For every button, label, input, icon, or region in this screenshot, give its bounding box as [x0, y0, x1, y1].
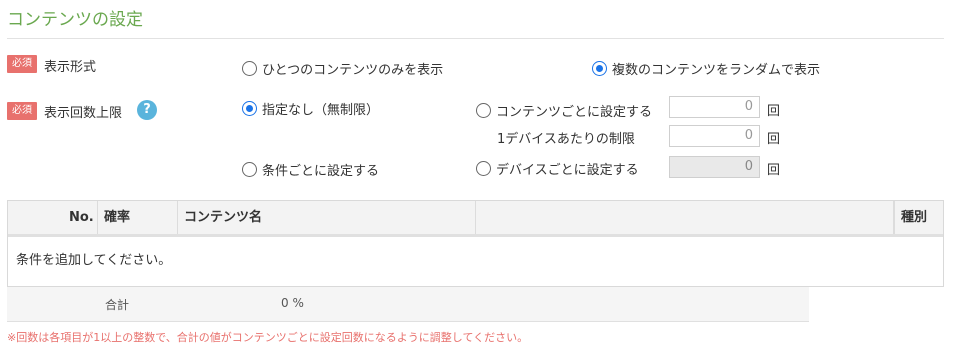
- column-header-type: 種別: [894, 201, 943, 234]
- help-icon[interactable]: ?: [137, 100, 157, 120]
- radio-random-contents[interactable]: 複数のコンテンツをランダムで表示: [592, 59, 820, 78]
- per-content-count-input[interactable]: 0: [669, 96, 760, 118]
- radio-circle-icon: [242, 101, 257, 116]
- title-divider: [7, 38, 944, 39]
- table-body: 条件を追加してください。: [8, 237, 943, 286]
- column-blank: [476, 201, 894, 234]
- radio-circle-icon: [592, 61, 607, 76]
- column-header-content-name: コンテンツ名: [178, 201, 476, 234]
- unit-label: 回: [767, 104, 781, 119]
- column-header-probability: 確率: [98, 201, 178, 234]
- radio-per-content[interactable]: コンテンツごとに設定する: [476, 101, 652, 120]
- radio-per-device[interactable]: デバイスごとに設定する: [476, 159, 639, 178]
- column-header-no: No.: [63, 201, 98, 234]
- display-format-label: 表示形式: [44, 60, 97, 75]
- radio-label: 条件ごとに設定する: [262, 164, 380, 179]
- total-label: 合計: [105, 298, 130, 312]
- column-spacer: [8, 201, 63, 234]
- unit-label: 回: [767, 132, 781, 147]
- radio-label: ひとつのコンテンツのみを表示: [262, 63, 444, 78]
- section-title: コンテンツの設定: [7, 10, 143, 30]
- radio-label: コンテンツごとに設定する: [496, 105, 653, 120]
- table-header: No. 確率 コンテンツ名 種別: [8, 201, 943, 237]
- contents-table: No. 確率 コンテンツ名 種別 条件を追加してください。: [7, 200, 944, 287]
- per-device-count-input: 0: [669, 156, 760, 178]
- radio-label: 指定なし（無制限）: [262, 103, 380, 118]
- radio-label: 複数のコンテンツをランダムで表示: [612, 63, 821, 78]
- radio-per-condition[interactable]: 条件ごとに設定する: [242, 160, 379, 179]
- empty-message: 条件を追加してください。: [16, 253, 172, 268]
- unit-label: 回: [767, 163, 781, 178]
- per-device-limit-label: 1デバイスあたりの制限: [497, 132, 635, 147]
- radio-single-content[interactable]: ひとつのコンテンツのみを表示: [242, 59, 443, 78]
- radio-label: デバイスごとに設定する: [496, 163, 639, 178]
- radio-circle-icon: [242, 61, 257, 76]
- radio-circle-icon: [242, 162, 257, 177]
- radio-circle-icon: [476, 103, 491, 118]
- total-row: 合計 0 %: [7, 287, 809, 322]
- per-device-limit-input[interactable]: 0: [669, 125, 760, 147]
- total-value: 0 %: [281, 296, 304, 310]
- radio-circle-icon: [476, 161, 491, 176]
- notice-text: ※回数は各項目が1以上の整数で、合計の値がコンテンツごとに設定回数になるように調…: [7, 331, 529, 344]
- required-badge: 必須: [7, 102, 37, 120]
- required-badge: 必須: [7, 55, 37, 73]
- radio-no-limit[interactable]: 指定なし（無制限）: [242, 99, 379, 118]
- display-limit-label: 表示回数上限: [44, 106, 123, 121]
